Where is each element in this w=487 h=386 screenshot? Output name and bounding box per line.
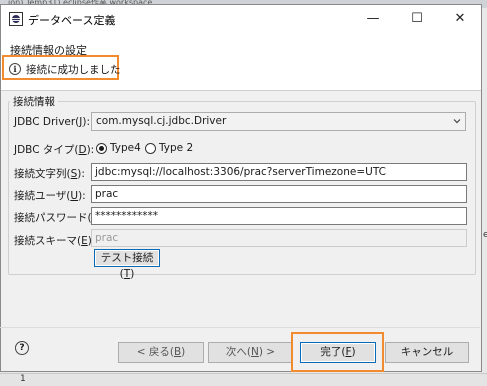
back-button[interactable]: < 戻る(B) [118,342,204,363]
connection-info-group-label: 接続情報 [10,94,58,109]
title-bar[interactable]: データベース定義 — ☐ ✕ [1,5,481,33]
cancel-button[interactable]: キャンセル [385,342,469,363]
type4-radio-label[interactable]: Type4 [110,142,141,154]
driver-select[interactable]: com.mysql.cj.jdbc.Driver [91,112,466,131]
help-icon[interactable]: ? [15,341,29,355]
url-input[interactable]: jdbc:mysql://localhost:3306/prac?serverT… [91,163,467,181]
schema-input: prac [91,229,467,247]
window-title: データベース定義 [28,14,116,27]
user-label: 接続ユーザ(U): [14,190,86,202]
type2-radio-label[interactable]: Type 2 [159,142,193,154]
background-editor-text: ef [483,230,487,240]
status-message: 接続に成功しました [26,64,121,76]
finish-button[interactable]: 完了(F) [300,342,376,363]
eclipse-app-icon [9,12,23,26]
minimize-button[interactable]: — [351,5,395,33]
next-button[interactable]: 次へ(N) > [208,342,293,363]
driver-select-value: com.mysql.cj.jdbc.Driver [96,115,227,127]
maximize-button[interactable]: ☐ [395,5,439,33]
jdbc-type-label: JDBC タイプ(D): [14,144,95,156]
dialog-header: 接続情報の設定 i 接続に成功しました [1,33,481,91]
url-label: 接続文字列(S): [14,168,85,180]
info-icon: i [9,63,21,75]
password-input[interactable]: ************ [91,207,467,225]
user-input[interactable]: prac [91,185,467,203]
type2-radio[interactable] [145,143,156,154]
test-connection-button[interactable]: テスト接続(T) [94,249,160,280]
close-button[interactable]: ✕ [438,5,482,33]
background-line-number: 1 [20,374,26,384]
background-status-bar: 1 [0,373,487,386]
driver-label: JDBC Driver(J): [14,116,91,128]
chevron-down-icon [453,119,461,124]
schema-label: 接続スキーマ(E): [14,235,95,247]
status-message-box: i 接続に成功しました [2,55,121,80]
footer-separator [0,327,480,328]
type4-radio[interactable] [96,143,107,154]
